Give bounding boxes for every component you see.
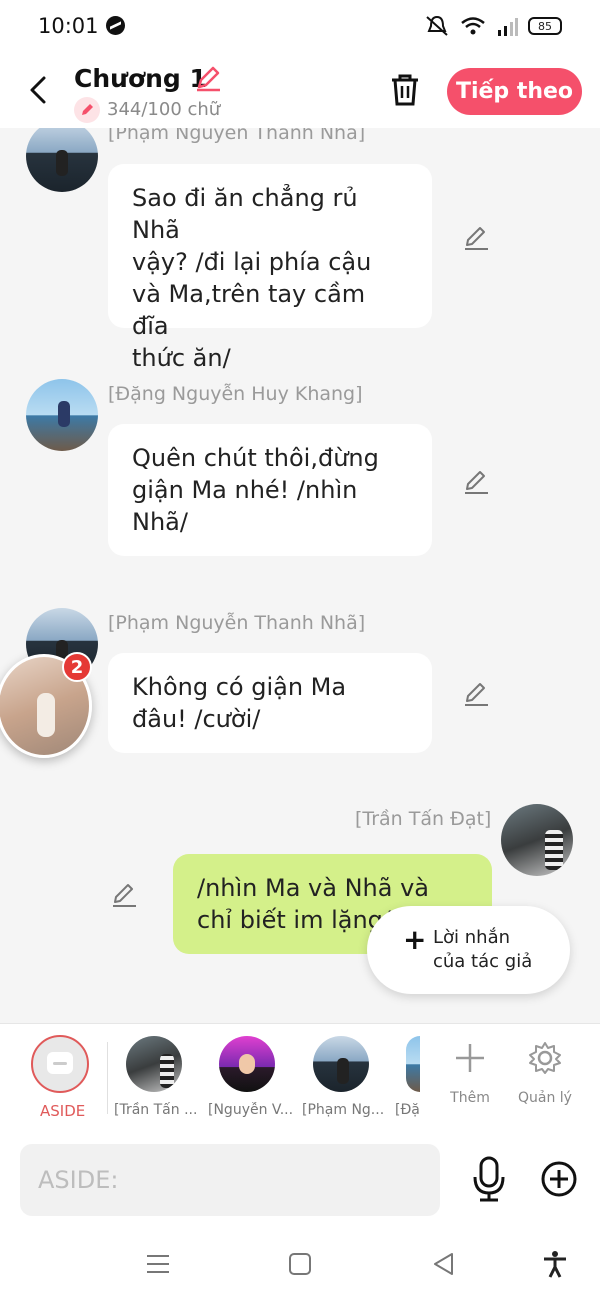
battery-icon: 85 bbox=[528, 17, 562, 35]
plus-icon: + bbox=[403, 923, 427, 956]
manage-button[interactable] bbox=[515, 1040, 575, 1080]
add-circle-icon[interactable] bbox=[541, 1161, 577, 1197]
notification-badge: 2 bbox=[62, 652, 92, 682]
status-time: 10:01 bbox=[38, 14, 99, 38]
sender-name: [Phạm Nguyễn Thanh Nhã] bbox=[108, 128, 366, 144]
avatar[interactable] bbox=[26, 379, 98, 451]
wifi-icon bbox=[461, 17, 485, 35]
edit-message-icon[interactable] bbox=[462, 468, 490, 496]
chat-area: [Phạm Nguyễn Thanh Nhã] Sao đi ăn chẳng … bbox=[0, 128, 600, 1023]
message-line: Quên chút thôi,đừng bbox=[132, 444, 379, 472]
input-bar bbox=[0, 1133, 600, 1228]
character-name: [Trần Tấn ... bbox=[114, 1102, 198, 1118]
message-bubble[interactable]: Không có giận Ma đâu! /cười/ bbox=[108, 653, 432, 753]
message-line: và Ma,trên tay cầm đĩa bbox=[132, 280, 366, 340]
aside-character-button[interactable] bbox=[31, 1035, 89, 1093]
header: Chương 1 344/100 chữ Tiếp theo bbox=[0, 52, 600, 128]
character-name: [Nguyễn V... bbox=[208, 1102, 294, 1118]
message-input[interactable] bbox=[20, 1144, 440, 1216]
status-bar: 10:01 85 bbox=[0, 0, 600, 52]
message-line: Không có giận Ma bbox=[132, 673, 347, 701]
message-line: đâu! /cười/ bbox=[132, 705, 261, 733]
manage-label: Quản lý bbox=[518, 1090, 572, 1106]
character-bar: ASIDE [Trần Tấn ... [Nguyễn V... [Phạm N… bbox=[0, 1023, 600, 1133]
author-note-button[interactable]: + Lời nhắn của tác giả bbox=[367, 906, 570, 994]
message-line: Sao đi ăn chẳng rủ Nhã bbox=[132, 184, 358, 244]
edit-message-icon[interactable] bbox=[462, 680, 490, 708]
sender-name: [Phạm Nguyễn Thanh Nhã] bbox=[108, 612, 366, 634]
character-avatar[interactable] bbox=[126, 1036, 182, 1092]
character-name: [Đặng... bbox=[395, 1102, 421, 1118]
edit-message-icon[interactable] bbox=[462, 224, 490, 252]
add-character-button[interactable] bbox=[440, 1040, 500, 1080]
edit-message-icon[interactable] bbox=[110, 881, 138, 909]
signal-icon bbox=[498, 18, 518, 36]
home-icon[interactable] bbox=[286, 1250, 314, 1278]
back-icon[interactable] bbox=[430, 1250, 458, 1278]
aside-icon bbox=[47, 1052, 73, 1074]
page-title: Chương 1 bbox=[74, 64, 207, 93]
character-avatar[interactable] bbox=[406, 1036, 420, 1092]
author-note-label: của tác giả bbox=[433, 951, 533, 972]
pencil-icon bbox=[74, 97, 100, 123]
mute-icon bbox=[426, 15, 448, 36]
message-line: vậy? /đi lại phía cậu bbox=[132, 248, 372, 276]
word-count: 344/100 chữ bbox=[107, 99, 221, 120]
plus-icon bbox=[456, 1044, 484, 1072]
message-line: /nhìn Ma và Nhã và bbox=[197, 874, 430, 902]
system-nav-bar bbox=[0, 1228, 600, 1300]
avatar[interactable] bbox=[26, 128, 98, 192]
menu-icon[interactable] bbox=[144, 1250, 172, 1278]
next-button[interactable]: Tiếp theo bbox=[447, 68, 582, 115]
character-avatar[interactable] bbox=[313, 1036, 369, 1092]
author-note-label: Lời nhắn bbox=[433, 927, 511, 948]
trash-icon[interactable] bbox=[388, 72, 422, 108]
message-line: Nhã/ bbox=[132, 508, 188, 536]
back-arrow-icon[interactable] bbox=[24, 74, 54, 106]
sender-name: [Đặng Nguyễn Huy Khang] bbox=[108, 383, 363, 405]
sender-name: [Trần Tấn Đạt] bbox=[355, 808, 492, 830]
aside-label: ASIDE bbox=[40, 1102, 86, 1120]
avatar[interactable] bbox=[501, 804, 573, 876]
add-label: Thêm bbox=[450, 1090, 490, 1106]
gear-icon bbox=[529, 1042, 561, 1074]
microphone-icon[interactable] bbox=[470, 1155, 508, 1203]
character-avatar[interactable] bbox=[219, 1036, 275, 1092]
character-name: [Phạm Ng... bbox=[302, 1102, 385, 1118]
edit-title-icon[interactable] bbox=[194, 64, 222, 92]
message-bubble[interactable]: Quên chút thôi,đừng giận Ma nhé! /nhìn N… bbox=[108, 424, 432, 556]
message-line: thức ăn/ bbox=[132, 344, 231, 372]
message-bubble[interactable]: Sao đi ăn chẳng rủ Nhã vậy? /đi lại phía… bbox=[108, 164, 432, 372]
messenger-icon bbox=[106, 16, 125, 35]
divider bbox=[107, 1042, 108, 1114]
message-line: giận Ma nhé! /nhìn bbox=[132, 476, 358, 504]
accessibility-icon[interactable] bbox=[541, 1250, 569, 1278]
